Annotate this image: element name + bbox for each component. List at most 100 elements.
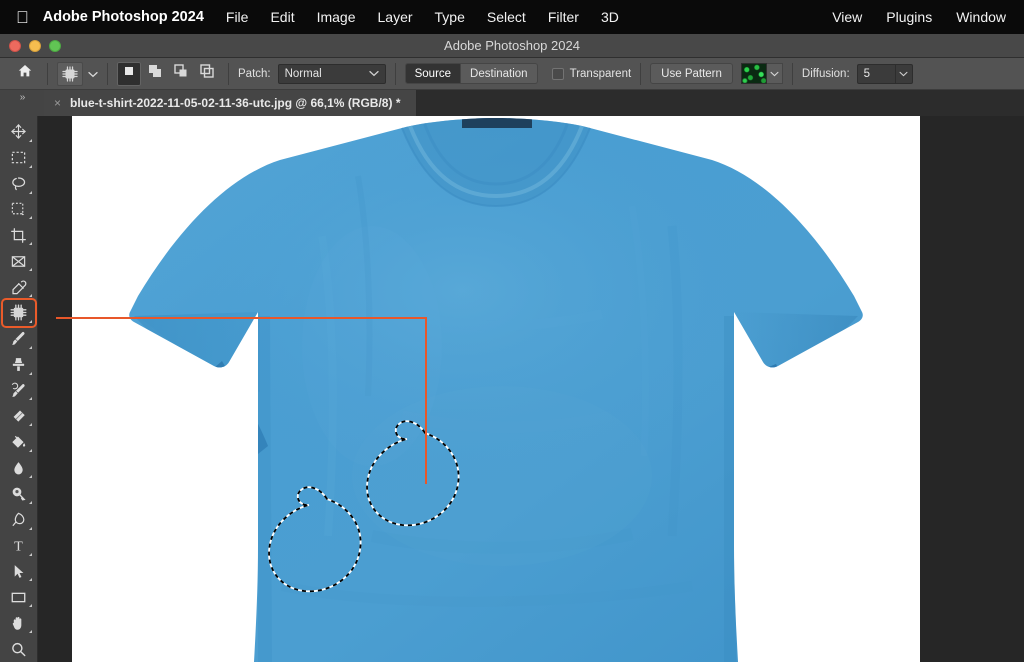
close-icon[interactable]: × <box>54 96 61 110</box>
panel-expand-toggle[interactable]: » <box>0 90 44 116</box>
subtract-from-selection-button[interactable] <box>169 62 193 86</box>
tool-options-bar: Patch: Normal Source Destination Transpa… <box>0 58 1024 90</box>
workspace: T <box>0 116 1024 662</box>
options-divider-2 <box>107 62 108 85</box>
clone-stamp-icon <box>10 356 27 373</box>
traffic-light-buttons <box>9 39 61 52</box>
menu-item-view[interactable]: View <box>832 9 862 25</box>
use-pattern-button[interactable]: Use Pattern <box>650 63 733 84</box>
diffusion-value[interactable]: 5 <box>856 63 895 84</box>
chevron-down-icon[interactable] <box>894 63 913 84</box>
patch-source-destination-group: Source Destination <box>404 63 538 84</box>
menu-item-edit[interactable]: Edit <box>270 9 294 25</box>
options-divider-5 <box>640 62 642 85</box>
rectangle-tool-button[interactable] <box>3 584 35 610</box>
intersect-selection-button[interactable] <box>195 62 219 86</box>
chevron-down-icon <box>368 68 379 80</box>
patch-mode-label: Patch: <box>238 67 271 80</box>
menu-item-file[interactable]: File <box>226 9 249 25</box>
move-icon <box>10 123 27 140</box>
add-to-selection-button[interactable] <box>143 62 167 86</box>
green-texture-pattern-swatch[interactable] <box>740 63 767 84</box>
pen-icon <box>10 511 27 528</box>
lasso-tool-button[interactable] <box>3 171 35 197</box>
macos-menu-bar:  Adobe Photoshop 2024 File Edit Image L… <box>0 0 1024 34</box>
subtract-from-selection-icon <box>173 63 189 84</box>
intersect-selection-icon <box>199 63 215 84</box>
canvas-left-gutter <box>38 116 72 662</box>
menu-item-window[interactable]: Window <box>956 9 1006 25</box>
patch-mode-select[interactable]: Normal <box>277 63 386 84</box>
crop-tool-button[interactable] <box>3 222 35 248</box>
selection-mode-group <box>117 61 219 86</box>
magnifier-icon <box>10 641 27 658</box>
options-divider-1 <box>47 62 48 85</box>
patch-source-button[interactable]: Source <box>404 63 462 84</box>
close-button[interactable] <box>9 39 21 52</box>
history-brush-tool-button[interactable] <box>3 378 35 404</box>
zoom-button[interactable] <box>49 39 61 52</box>
menu-item-select[interactable]: Select <box>487 9 526 25</box>
menu-item-layer[interactable]: Layer <box>378 9 413 25</box>
frame-tool-button[interactable] <box>3 248 35 274</box>
document-canvas[interactable] <box>72 116 920 662</box>
eyedropper-icon <box>10 279 27 296</box>
chevron-down-icon[interactable] <box>766 63 783 84</box>
menu-item-3d[interactable]: 3D <box>601 9 619 25</box>
menu-item-image[interactable]: Image <box>317 9 356 25</box>
path-selection-tool-button[interactable] <box>3 559 35 585</box>
paint-bucket-icon <box>10 434 27 451</box>
type-t-icon: T <box>10 537 27 554</box>
tools-panel: T <box>0 116 38 662</box>
canvas-area[interactable] <box>38 116 1024 662</box>
transparent-checkbox-row[interactable]: Transparent <box>551 67 631 80</box>
new-selection-button[interactable] <box>117 61 141 86</box>
patch-mode-value: Normal <box>284 67 322 80</box>
eraser-tool-button[interactable] <box>3 403 35 429</box>
marquee-icon <box>10 149 27 166</box>
rectangular-marquee-tool-button[interactable] <box>3 145 35 171</box>
move-tool-button[interactable] <box>3 119 35 145</box>
document-tab[interactable]: × blue-t-shirt-2022-11-05-02-11-36-utc.j… <box>44 90 418 116</box>
gradient-tool-button[interactable] <box>3 429 35 455</box>
object-selection-tool-button[interactable] <box>3 197 35 223</box>
dodge-tool-button[interactable] <box>3 481 35 507</box>
window-title-bar: Adobe Photoshop 2024 <box>0 34 1024 58</box>
magic-wand-icon <box>10 201 27 218</box>
home-button[interactable] <box>12 62 38 86</box>
patch-tool-button[interactable] <box>2 300 35 326</box>
chevron-down-icon[interactable] <box>88 65 98 83</box>
horizontal-type-tool-button[interactable]: T <box>3 533 35 559</box>
menu-item-plugins[interactable]: Plugins <box>886 9 932 25</box>
apple-menu-icon[interactable]:  <box>16 9 29 26</box>
minimize-button[interactable] <box>29 39 41 52</box>
active-app-name[interactable]: Adobe Photoshop 2024 <box>43 9 204 25</box>
eyedropper-tool-button[interactable] <box>3 274 35 300</box>
clone-stamp-tool-button[interactable] <box>3 352 35 378</box>
menu-item-filter[interactable]: Filter <box>548 9 579 25</box>
history-brush-icon <box>10 382 27 399</box>
pen-tool-button[interactable] <box>3 507 35 533</box>
brush-tool-button[interactable] <box>3 326 35 352</box>
patch-destination-button[interactable]: Destination <box>461 63 538 84</box>
window-title: Adobe Photoshop 2024 <box>444 38 580 53</box>
rectangle-icon <box>10 589 27 606</box>
tshirt-photo <box>72 116 920 662</box>
hand-tool-button[interactable] <box>3 610 35 636</box>
blur-tool-button[interactable] <box>3 455 35 481</box>
add-to-selection-icon <box>147 63 163 84</box>
document-tab-title: blue-t-shirt-2022-11-05-02-11-36-utc.jpg… <box>70 96 401 110</box>
pattern-picker[interactable] <box>740 63 783 84</box>
transparent-checkbox[interactable] <box>551 67 564 80</box>
crop-icon <box>10 227 27 244</box>
diffusion-field[interactable]: 5 <box>856 63 913 84</box>
tool-preset-picker[interactable] <box>57 61 98 86</box>
menu-item-type[interactable]: Type <box>435 9 465 25</box>
options-divider-3 <box>228 62 229 85</box>
eraser-icon <box>10 408 27 425</box>
options-divider-4 <box>394 62 396 85</box>
zoom-tool-button[interactable] <box>3 636 35 662</box>
brush-icon <box>10 330 27 347</box>
photoshop-window: Adobe Photoshop 2024 Patch: Normal Sourc… <box>0 34 1024 662</box>
blur-drop-icon <box>10 460 27 477</box>
